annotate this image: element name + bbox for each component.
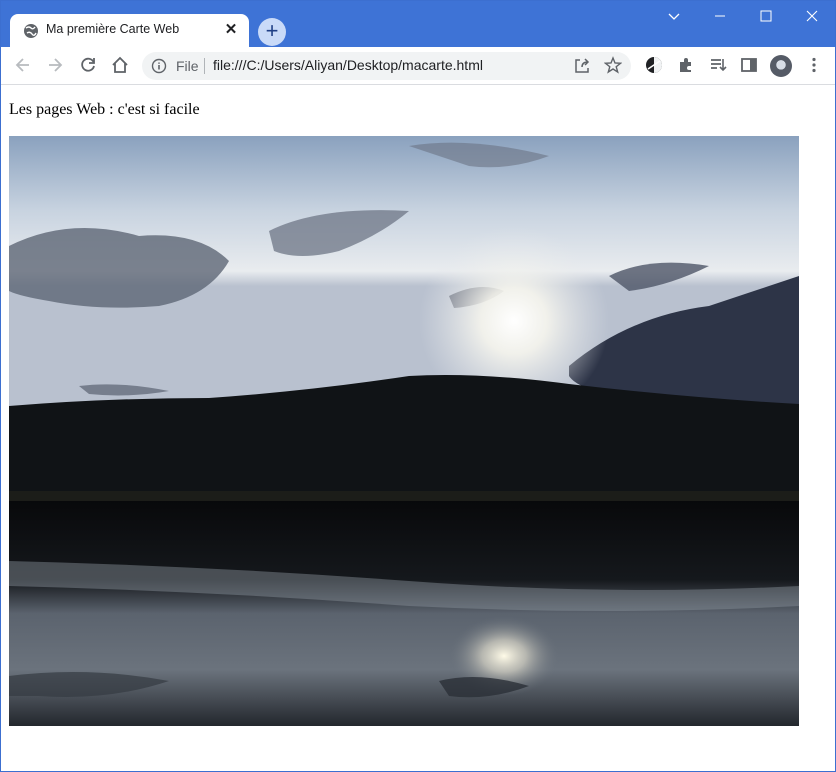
reload-icon[interactable] (78, 55, 98, 75)
tab-active[interactable]: Ma première Carte Web ✕ (10, 14, 249, 47)
chevron-down-icon (668, 13, 680, 20)
puzzle-icon[interactable] (676, 55, 696, 75)
tab-strip: Ma première Carte Web ✕ + (1, 1, 835, 47)
address-bar[interactable]: File file:///C:/Users/Aliyan/Desktop/mac… (142, 52, 631, 80)
browser-toolbar: File file:///C:/Users/Aliyan/Desktop/mac… (1, 47, 835, 85)
info-icon[interactable] (151, 58, 167, 79)
side-panel-icon[interactable] (739, 55, 759, 75)
reading-list-icon[interactable] (708, 55, 728, 75)
close-icon (806, 10, 818, 22)
home-icon[interactable] (110, 55, 130, 75)
tab-title: Ma première Carte Web (46, 22, 180, 36)
back-icon[interactable] (13, 55, 33, 75)
new-tab-button[interactable]: + (258, 18, 286, 46)
page-content: Les pages Web : c'est si facile (1, 85, 835, 771)
page-text: Les pages Web : c'est si facile (9, 101, 200, 118)
more-menu-icon[interactable] (804, 55, 824, 75)
window-close-button[interactable] (789, 1, 835, 31)
sunset-lake-image (9, 136, 799, 726)
close-icon[interactable]: ✕ (222, 21, 240, 39)
tab-search-button[interactable] (651, 1, 697, 31)
browser-window: Ma première Carte Web ✕ + File file:///C… (0, 0, 836, 772)
scheme-label: File (176, 58, 199, 74)
url-text[interactable]: file:///C:/Users/Aliyan/Desktop/macarte.… (213, 57, 483, 73)
star-icon[interactable] (603, 56, 623, 79)
minimize-icon (715, 15, 725, 17)
maximize-icon (760, 10, 772, 22)
forward-icon[interactable] (45, 55, 65, 75)
profile-avatar[interactable] (770, 55, 792, 77)
globe-icon (23, 23, 39, 39)
landscape-photo (9, 136, 799, 726)
maximize-button[interactable] (743, 1, 789, 31)
divider (204, 58, 205, 74)
extension-icon[interactable] (644, 55, 664, 75)
share-icon[interactable] (573, 57, 591, 80)
minimize-button[interactable] (697, 1, 743, 31)
